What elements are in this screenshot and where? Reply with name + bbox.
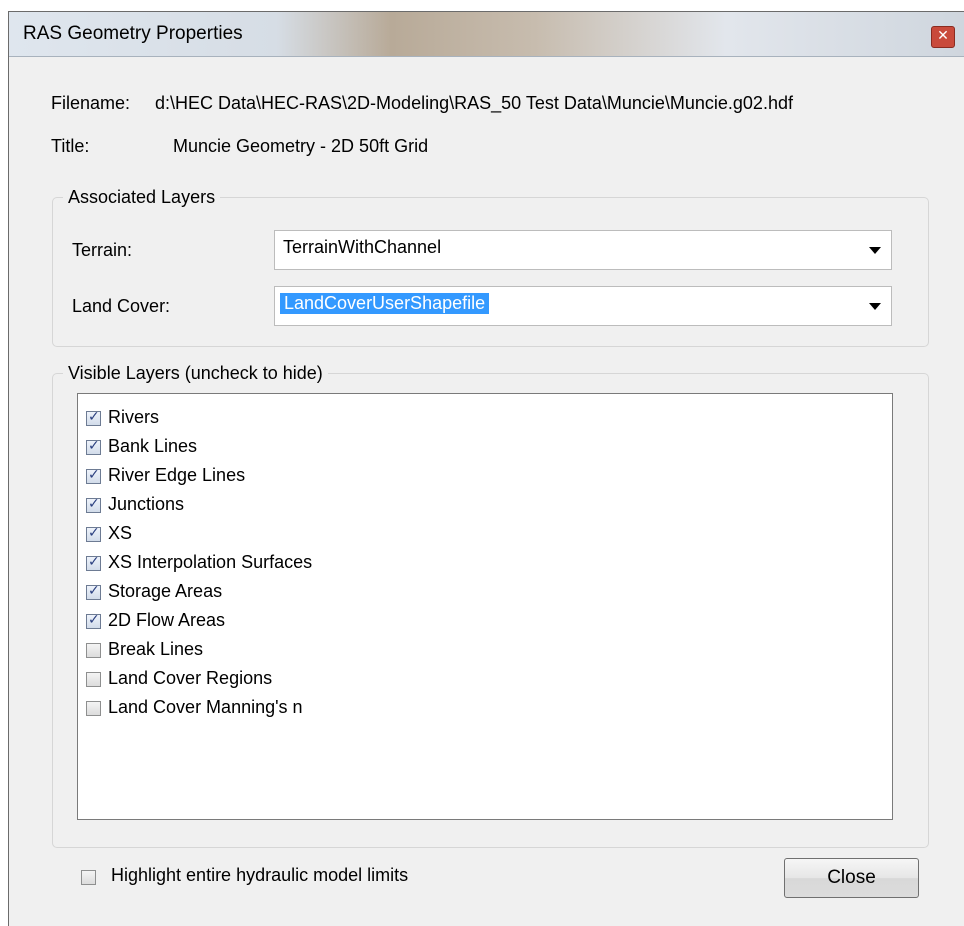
title-value: Muncie Geometry - 2D 50ft Grid bbox=[173, 136, 429, 156]
bank-lines-checkbox[interactable]: ✓ bbox=[86, 438, 101, 455]
terrain-dropdown[interactable]: TerrainWithChannel bbox=[274, 230, 892, 270]
chevron-down-icon[interactable] bbox=[869, 303, 881, 310]
check-icon: ✓ bbox=[88, 612, 100, 628]
land-cover-label: Land Cover: bbox=[72, 296, 171, 316]
junctions-label: Junctions bbox=[108, 494, 185, 514]
land-cover-dropdown[interactable]: LandCoverUserShapefile bbox=[274, 286, 892, 326]
land-cover-value: LandCoverUserShapefile bbox=[280, 293, 490, 314]
storage-areas-label: Storage Areas bbox=[108, 581, 223, 601]
check-icon: ✓ bbox=[88, 438, 100, 454]
bank-lines-label: Bank Lines bbox=[108, 436, 198, 456]
xs-label: XS bbox=[108, 523, 133, 543]
break-lines-label: Break Lines bbox=[108, 639, 204, 659]
close-icon[interactable]: ✕ bbox=[931, 26, 955, 48]
chevron-down-icon[interactable] bbox=[869, 247, 881, 254]
visible-layers-title: Visible Layers (uncheck to hide) bbox=[63, 363, 328, 384]
land-cover-mannings-n-checkbox[interactable] bbox=[86, 701, 101, 716]
terrain-value: TerrainWithChannel bbox=[283, 237, 442, 257]
highlight-limits-label: Highlight entire hydraulic model limits bbox=[111, 865, 409, 885]
storage-areas-checkbox[interactable]: ✓ bbox=[86, 583, 101, 600]
visible-layers-list[interactable]: ✓ Rivers ✓ Bank Lines ✓ River Edge Lines… bbox=[77, 393, 893, 820]
check-icon: ✓ bbox=[88, 554, 100, 570]
title-bar[interactable]: RAS Geometry Properties ✕ bbox=[9, 12, 964, 57]
filename-value: d:\HEC Data\HEC-RAS\2D-Modeling\RAS_50 T… bbox=[155, 93, 793, 113]
land-cover-mannings-n-label: Land Cover Manning's n bbox=[108, 697, 303, 717]
junctions-checkbox[interactable]: ✓ bbox=[86, 496, 101, 513]
check-icon: ✓ bbox=[88, 525, 100, 541]
check-icon: ✓ bbox=[88, 467, 100, 483]
window-title: RAS Geometry Properties bbox=[23, 23, 243, 44]
xs-interpolation-surfaces-checkbox[interactable]: ✓ bbox=[86, 554, 101, 571]
river-edge-lines-checkbox[interactable]: ✓ bbox=[86, 467, 101, 484]
terrain-label: Terrain: bbox=[72, 240, 133, 260]
river-edge-lines-label: River Edge Lines bbox=[108, 465, 246, 485]
title-label: Title: bbox=[51, 136, 90, 156]
highlight-limits-checkbox[interactable] bbox=[81, 870, 96, 885]
filename-label: Filename: bbox=[51, 93, 131, 113]
close-button[interactable]: Close bbox=[784, 858, 919, 898]
xs-checkbox[interactable]: ✓ bbox=[86, 525, 101, 542]
2d-flow-areas-checkbox[interactable]: ✓ bbox=[86, 612, 101, 629]
check-icon: ✓ bbox=[88, 409, 100, 425]
dialog-window: RAS Geometry Properties ✕ Filename: d:\H… bbox=[8, 11, 964, 926]
associated-layers-title: Associated Layers bbox=[63, 187, 221, 208]
rivers-label: Rivers bbox=[108, 407, 160, 427]
check-icon: ✓ bbox=[88, 496, 100, 512]
2d-flow-areas-label: 2D Flow Areas bbox=[108, 610, 226, 630]
xs-interpolation-surfaces-label: XS Interpolation Surfaces bbox=[108, 552, 313, 572]
land-cover-regions-label: Land Cover Regions bbox=[108, 668, 273, 688]
break-lines-checkbox[interactable] bbox=[86, 643, 101, 658]
rivers-checkbox[interactable]: ✓ bbox=[86, 409, 101, 426]
check-icon: ✓ bbox=[88, 583, 100, 599]
land-cover-regions-checkbox[interactable] bbox=[86, 672, 101, 687]
